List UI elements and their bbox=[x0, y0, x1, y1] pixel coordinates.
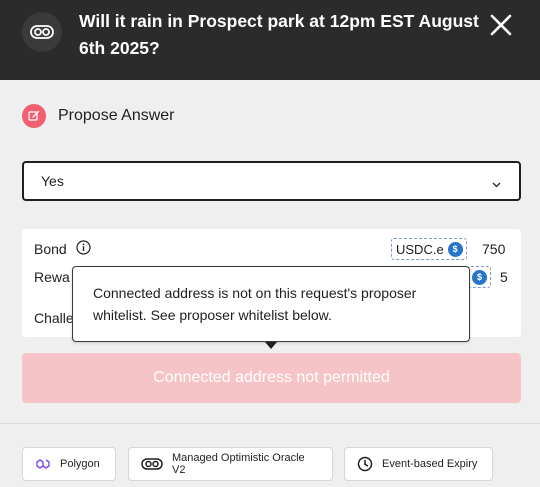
oracle-icon bbox=[141, 458, 163, 470]
propose-answer-label: Propose Answer bbox=[58, 107, 175, 124]
reward-token-pill[interactable]: $ bbox=[468, 266, 491, 288]
chain-chip[interactable]: Polygon bbox=[22, 447, 116, 481]
challenge-label: Challe bbox=[34, 310, 74, 326]
divider bbox=[0, 423, 540, 424]
bond-amount: 750 bbox=[482, 241, 506, 257]
answer-select[interactable]: Yes bbox=[22, 161, 521, 201]
oracle-type-chip-label: Managed Optimistic Oracle V2 bbox=[172, 452, 305, 476]
whitelist-tooltip: Connected address is not on this request… bbox=[72, 266, 470, 342]
oracle-logo-icon bbox=[22, 12, 62, 52]
question-title: Will it rain in Prospect park at 12pm ES… bbox=[79, 11, 479, 58]
reward-label: Rewa bbox=[34, 269, 70, 285]
propose-answer-heading: Propose Answer bbox=[22, 103, 175, 129]
chain-chip-label: Polygon bbox=[60, 458, 100, 470]
expiry-type-chip-label: Event-based Expiry bbox=[382, 458, 478, 470]
usdc-coin-icon: $ bbox=[447, 241, 463, 257]
oracle-type-chip[interactable]: Managed Optimistic Oracle V2 bbox=[128, 447, 333, 481]
close-icon[interactable] bbox=[486, 10, 516, 40]
tooltip-text: Connected address is not on this request… bbox=[93, 285, 417, 323]
pencil-square-icon bbox=[22, 104, 46, 128]
polygon-icon bbox=[35, 457, 51, 471]
submit-proposal-button[interactable]: Connected address not permitted bbox=[22, 353, 521, 403]
reward-amount: 5 bbox=[500, 269, 508, 285]
header: Will it rain in Prospect park at 12pm ES… bbox=[0, 0, 540, 80]
chevron-down-icon bbox=[492, 175, 501, 193]
answer-select-value: Yes bbox=[41, 173, 64, 189]
usdc-coin-icon: $ bbox=[472, 269, 487, 285]
info-icon[interactable] bbox=[76, 240, 91, 260]
expiry-type-chip[interactable]: Event-based Expiry bbox=[344, 447, 493, 481]
bond-label: Bond bbox=[34, 241, 67, 257]
submit-button-label: Connected address not permitted bbox=[153, 369, 390, 386]
tooltip-arrow bbox=[265, 342, 277, 349]
bond-token-pill[interactable]: USDC.e $ bbox=[391, 238, 467, 260]
bond-token-label: USDC.e bbox=[396, 241, 444, 257]
clock-icon bbox=[357, 456, 373, 472]
